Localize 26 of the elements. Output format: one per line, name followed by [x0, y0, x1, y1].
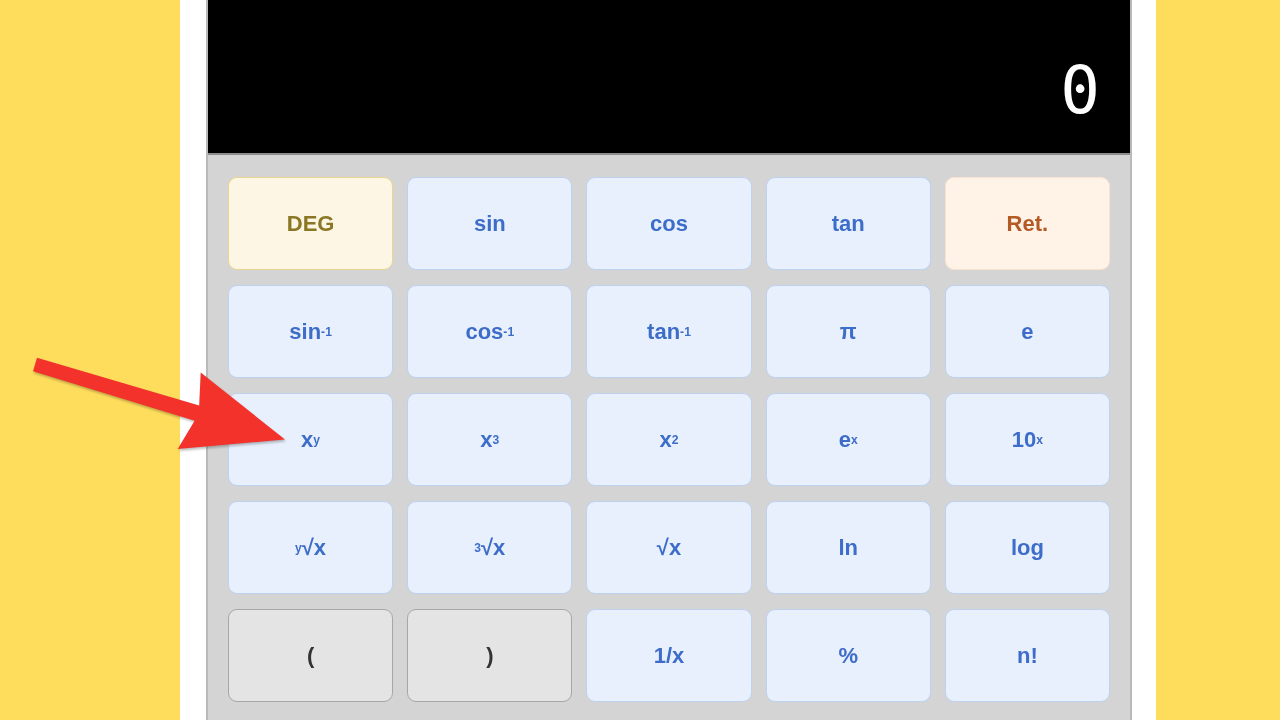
- function-key[interactable]: sin$^{-1}$: [228, 285, 394, 378]
- function-key[interactable]: 1/x: [586, 609, 752, 702]
- function-key[interactable]: x$^{2}$: [586, 393, 752, 486]
- function-key[interactable]: e: [944, 285, 1110, 378]
- bracket-key[interactable]: ): [407, 609, 573, 702]
- function-key[interactable]: √x: [586, 501, 752, 594]
- bracket-key[interactable]: (: [228, 609, 394, 702]
- function-key[interactable]: log: [944, 501, 1110, 594]
- function-key[interactable]: 10$^{x}$: [944, 393, 1110, 486]
- function-key[interactable]: n!: [944, 609, 1110, 702]
- function-key[interactable]: x$^{3}$: [407, 393, 573, 486]
- mode-button[interactable]: DEG: [228, 177, 394, 270]
- function-key[interactable]: tan: [765, 177, 931, 270]
- function-key[interactable]: %: [765, 609, 931, 702]
- function-key[interactable]: ln: [765, 501, 931, 594]
- function-key[interactable]: tan$^{-1}$: [586, 285, 752, 378]
- display-value: 0: [1060, 63, 1100, 119]
- function-key[interactable]: cos$^{-1}$: [407, 285, 573, 378]
- function-key[interactable]: π: [765, 285, 931, 378]
- function-key[interactable]: sin: [407, 177, 573, 270]
- return-button[interactable]: Ret.: [944, 177, 1110, 270]
- function-key[interactable]: $^{3}$√x: [407, 501, 573, 594]
- function-key[interactable]: x$^{y}$: [228, 393, 394, 486]
- function-key[interactable]: cos: [586, 177, 752, 270]
- function-key[interactable]: $^{y}$√x: [228, 501, 394, 594]
- function-key[interactable]: e$^{x}$: [765, 393, 931, 486]
